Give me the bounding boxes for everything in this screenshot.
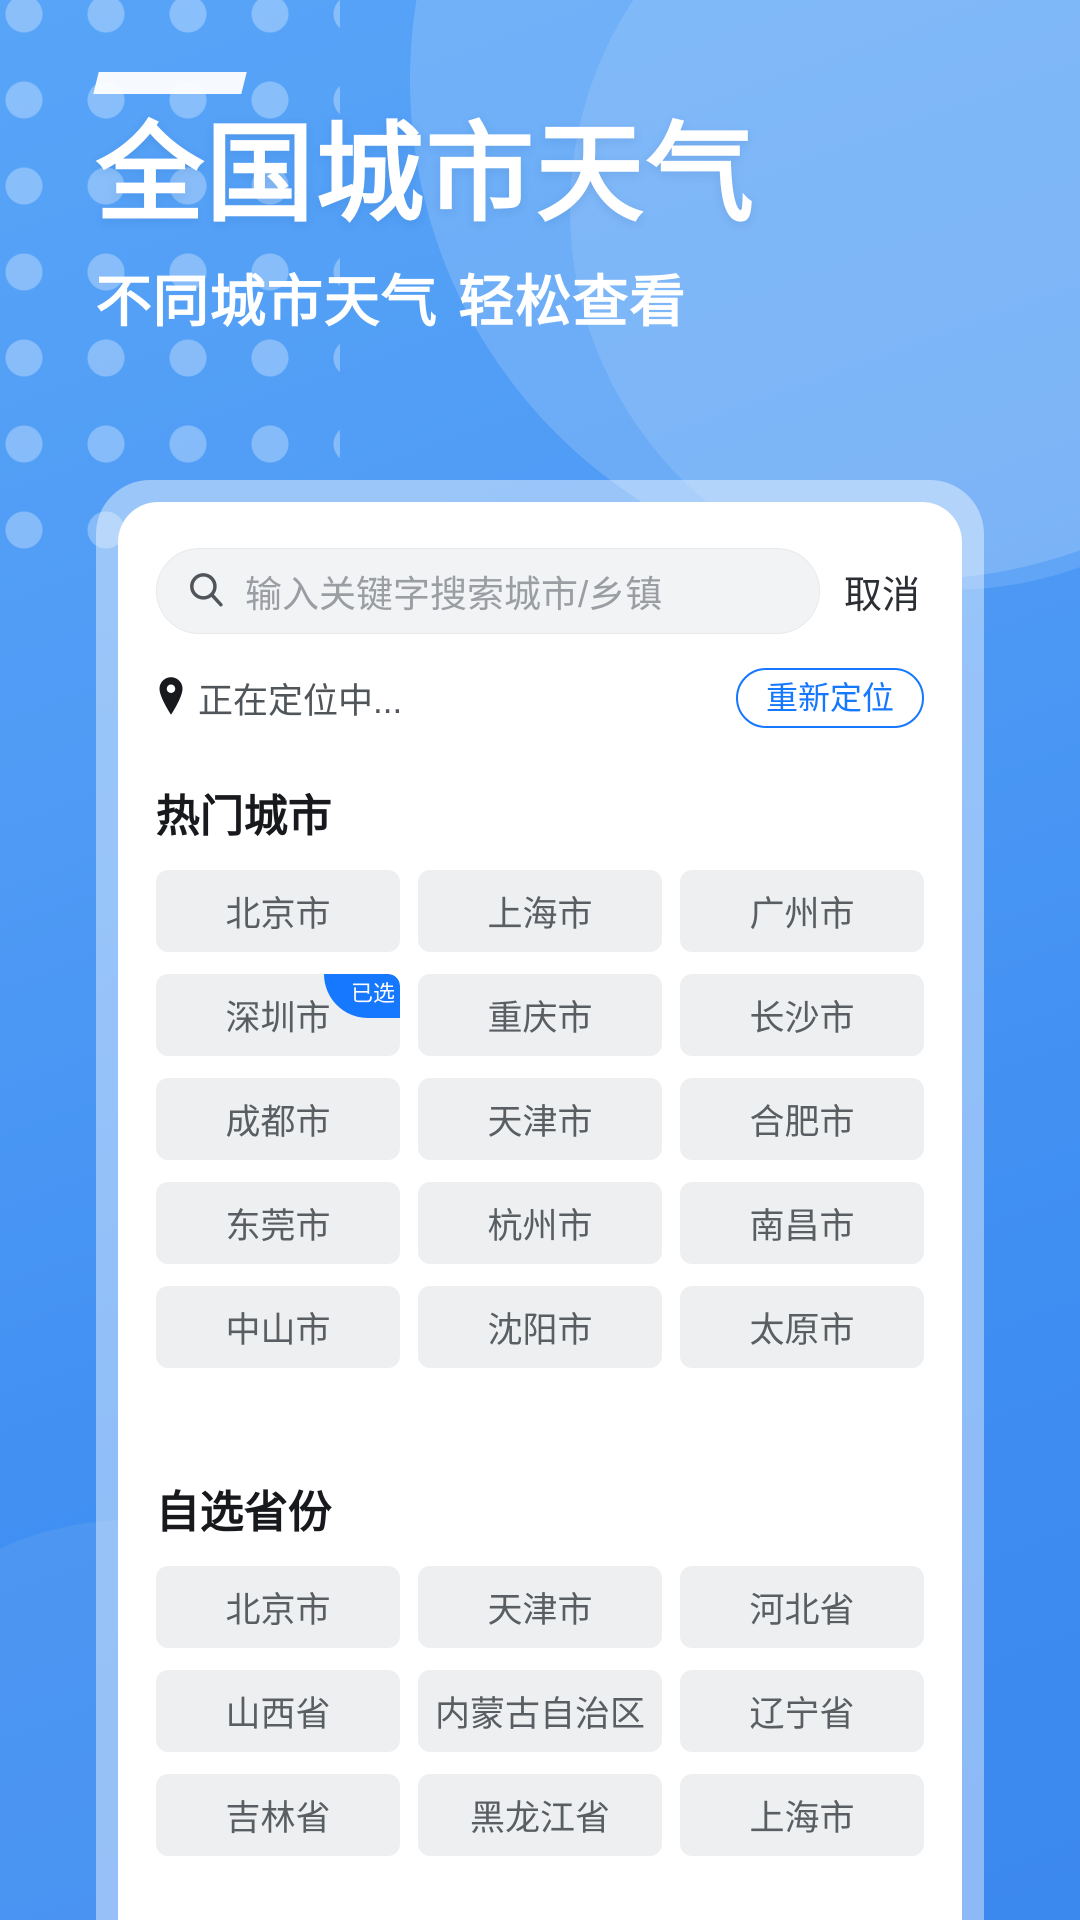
hot-cities-grid: 北京市 上海市 广州市 深圳市 已选 重庆市 长沙市 成都市 天津市 合肥市 东莞市 杭州市 南昌市 中山… [156,870,924,1369]
province-chip[interactable]: 内蒙古自治区 [418,1670,662,1753]
hot-cities-title: 热门城市 [156,791,332,843]
selected-badge: 已选 [324,974,400,1019]
location-status: 正在定位中... [156,673,402,724]
search-input[interactable]: 输入关键字搜索城市/乡镇 [245,564,662,618]
hot-city-chip-label: 合肥市 [749,1102,855,1142]
hot-city-chip[interactable]: 北京市 [156,870,400,953]
location-status-text: 正在定位中... [198,681,403,721]
hot-city-chip[interactable]: 太原市 [680,1286,924,1369]
hot-city-chip[interactable]: 重庆市 [418,974,662,1057]
hot-city-chip[interactable]: 长沙市 [680,974,924,1057]
province-chip[interactable]: 辽宁省 [680,1670,924,1753]
hero-banner: 全国城市天气 不同城市天气 轻松查看 [0,0,1080,338]
hot-city-chip-label: 太原市 [749,1310,855,1350]
hot-city-chip-label: 东莞市 [225,1206,331,1246]
map-pin-icon [156,676,186,720]
relocate-button[interactable]: 重新定位 [735,668,924,729]
province-chip[interactable]: 河北省 [680,1566,924,1649]
phone-screen: 输入关键字搜索城市/乡镇 取消 正在定位中... 重新定位 热门城市 北京市 上… [118,502,962,1920]
province-chip-label: 天津市 [487,1590,593,1630]
province-chip-label: 山西省 [225,1694,331,1734]
location-row: 正在定位中... 重新定位 [156,668,924,729]
province-chip-label: 上海市 [749,1798,855,1838]
hot-city-chip[interactable]: 东莞市 [156,1182,400,1265]
hot-city-chip-label: 深圳市 [225,998,331,1038]
hot-city-chip[interactable]: 广州市 [680,870,924,953]
search-icon [185,568,227,615]
hot-city-chip-label: 南昌市 [749,1206,855,1246]
province-chip-label: 北京市 [225,1590,331,1630]
cancel-button[interactable]: 取消 [844,564,924,619]
province-chip[interactable]: 北京市 [156,1566,400,1649]
provinces-grid: 北京市 天津市 河北省山西省 内蒙古自治区 辽宁省吉林省 黑龙江省 上海市 [156,1566,924,1857]
hot-city-chip-label: 天津市 [487,1102,593,1142]
hot-city-chip[interactable]: 南昌市 [680,1182,924,1265]
provinces-title: 自选省份 [156,1487,332,1539]
hot-city-chip-label: 北京市 [225,894,331,934]
hot-city-chip[interactable]: 深圳市 已选 [156,974,400,1057]
province-chip[interactable]: 吉林省 [156,1774,400,1857]
hot-city-chip-label: 中山市 [225,1310,331,1350]
province-chip[interactable]: 天津市 [418,1566,662,1649]
hot-city-chip[interactable]: 天津市 [418,1078,662,1161]
hot-city-chip-label: 重庆市 [487,998,593,1038]
hot-city-chip[interactable]: 合肥市 [680,1078,924,1161]
hot-city-chip-label: 广州市 [749,894,855,934]
search-bar-row: 输入关键字搜索城市/乡镇 取消 [156,548,924,634]
province-chip[interactable]: 上海市 [680,1774,924,1857]
hot-city-chip[interactable]: 上海市 [418,870,662,953]
province-chip[interactable]: 山西省 [156,1670,400,1753]
province-chip-label: 黑龙江省 [469,1798,610,1838]
hero-subtitle: 不同城市天气 轻松查看 [96,270,687,336]
hot-city-chip-label: 杭州市 [487,1206,593,1246]
search-input-container[interactable]: 输入关键字搜索城市/乡镇 [156,548,820,634]
hero-accent-bar [93,72,247,94]
hot-city-chip-label: 上海市 [487,894,593,934]
province-chip[interactable]: 黑龙江省 [418,1774,662,1857]
hot-city-chip-label: 长沙市 [749,998,855,1038]
province-chip-label: 吉林省 [225,1798,331,1838]
hot-city-chip-label: 沈阳市 [487,1310,593,1350]
page-root: 全国城市天气 不同城市天气 轻松查看 输入关键字搜索城市/乡镇 取消 正在定位中… [0,0,1080,1920]
hero-title: 全国城市天气 [96,112,757,237]
hot-city-chip[interactable]: 中山市 [156,1286,400,1369]
hot-city-chip[interactable]: 杭州市 [418,1182,662,1265]
hot-city-chip[interactable]: 成都市 [156,1078,400,1161]
hot-city-chip[interactable]: 沈阳市 [418,1286,662,1369]
province-chip-label: 内蒙古自治区 [434,1694,645,1734]
province-chip-label: 河北省 [749,1590,855,1630]
province-chip-label: 辽宁省 [749,1694,855,1734]
hot-city-chip-label: 成都市 [225,1102,331,1142]
